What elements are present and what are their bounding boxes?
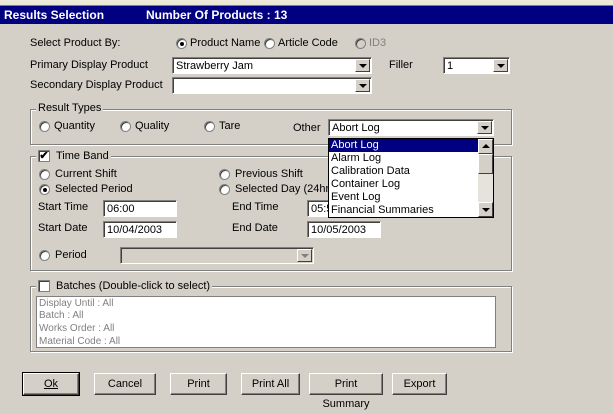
radio-selected-period[interactable] [39,184,50,195]
radio-previous-shift[interactable] [219,169,230,180]
radio-product-name-label: Product Name [190,37,261,49]
start-time-label: Start Time [38,201,89,213]
end-date-value: 10/05/2003 [311,224,367,236]
radio-article-code-label: Article Code [278,37,338,49]
other-value: Abort Log [332,122,380,134]
scroll-thumb[interactable] [478,154,493,174]
radio-id3-label: ID3 [369,37,387,49]
filler-value: 1 [447,60,454,72]
chevron-down-icon [297,249,312,262]
batches-checkbox[interactable] [38,280,50,292]
cancel-button-label: Cancel [107,378,143,390]
radio-period[interactable] [39,250,50,261]
period-select [120,247,314,264]
export-button-label: Export [403,378,436,390]
radio-tare-label: Tare [219,120,241,132]
list-item[interactable]: Calibration Data [329,165,493,178]
list-scrollbar[interactable] [478,139,493,217]
chevron-down-icon[interactable] [493,59,508,72]
radio-previous-shift-label: Previous Shift [235,168,303,180]
print-all-button[interactable]: Print All [241,373,300,395]
select-product-by-label: Select Product By: [30,37,121,49]
time-band-checkbox[interactable]: ✔ [38,150,50,162]
radio-selected-day[interactable] [219,184,230,195]
radio-current-shift[interactable] [39,169,50,180]
radio-quality-label: Quality [135,120,170,132]
list-item[interactable]: Container Log [329,178,493,191]
radio-quantity-label: Quantity [54,120,95,132]
primary-display-label: Primary Display Product [30,59,148,71]
radio-selected-day-label: Selected Day (24hrs [235,183,335,195]
other-dropdown-list[interactable]: Abort Log Alarm Log Calibration Data Con… [328,138,494,218]
secondary-display-label: Secondary Display Product [30,79,163,91]
end-date-label: End Date [232,222,278,234]
cancel-button[interactable]: Cancel [94,373,156,395]
list-item[interactable]: Abort Log [329,139,493,152]
export-button[interactable]: Export [392,373,447,395]
end-time-label: End Time [232,201,279,213]
end-date-input[interactable]: 10/05/2003 [307,221,381,238]
start-time-value: 06:00 [107,203,135,215]
filler-label: Filler [389,59,413,71]
radio-period-label: Period [55,249,87,261]
window-title: Results Selection [4,8,105,22]
result-types-legend: Result Types [36,102,104,114]
radio-selected-period-label: Selected Period [55,183,133,195]
batch-line: Batch : All [39,310,84,321]
other-label: Other [293,122,321,134]
radio-quantity[interactable] [39,121,50,132]
list-item[interactable]: Alarm Log [329,152,493,165]
print-summary-button-label: Print Summary [322,378,370,410]
radio-product-name[interactable] [176,38,187,49]
scroll-up-icon[interactable] [478,139,493,154]
product-count: Number Of Products : 13 [146,8,288,22]
chevron-down-icon[interactable] [477,121,492,134]
chevron-down-icon[interactable] [355,59,370,72]
scroll-down-icon[interactable] [478,202,493,217]
other-select[interactable]: Abort Log [328,119,494,136]
list-item[interactable]: Event Log [329,191,493,204]
primary-display-value: Strawberry Jam [176,60,254,72]
ok-button-label: Ok [43,378,59,390]
primary-display-select[interactable]: Strawberry Jam [172,57,372,74]
batch-line: Material Code : All [39,336,121,347]
radio-quality[interactable] [120,121,131,132]
start-date-label: Start Date [38,222,88,234]
list-item[interactable]: Financial Summaries [329,204,493,217]
ok-button[interactable]: Ok [22,372,80,396]
batches-list[interactable]: Display Until : All Batch : All Works Or… [36,296,496,348]
batch-line: Works Order : All [39,323,115,334]
start-time-input[interactable]: 06:00 [103,200,177,217]
chevron-down-icon[interactable] [355,79,370,92]
radio-current-shift-label: Current Shift [55,168,117,180]
batches-legend: Batches (Double-click to select) [36,280,213,292]
radio-article-code[interactable] [264,38,275,49]
print-button-label: Print [187,378,210,390]
print-summary-button[interactable]: Print Summary [309,373,383,410]
print-all-button-label: Print All [251,378,290,390]
radio-tare[interactable] [204,121,215,132]
radio-id3 [355,38,366,49]
start-date-input[interactable]: 10/04/2003 [103,221,177,238]
secondary-display-select[interactable] [172,77,372,94]
print-button[interactable]: Print [170,373,227,395]
start-date-value: 10/04/2003 [107,224,163,236]
filler-select[interactable]: 1 [443,57,510,74]
title-bar: Results Selection Number Of Products : 1… [0,6,613,24]
